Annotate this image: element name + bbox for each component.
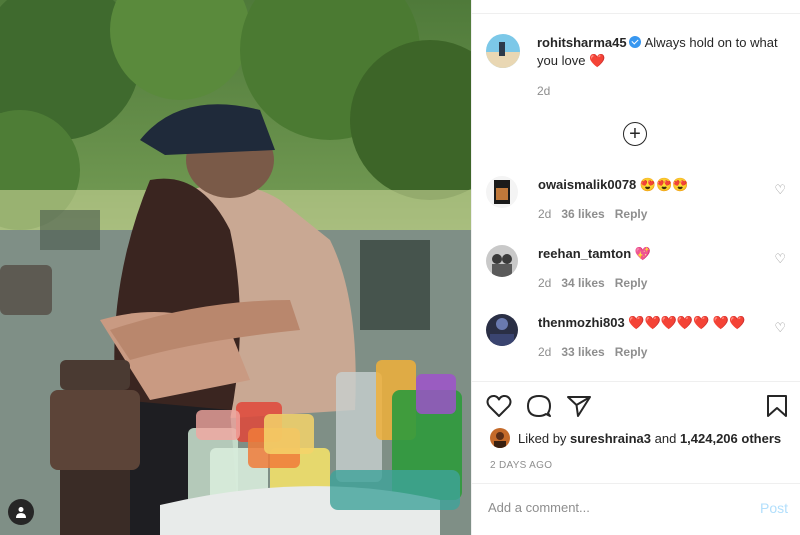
comment-time[interactable]: 2d xyxy=(538,276,551,290)
tagged-user-button[interactable] xyxy=(8,499,34,525)
comment-box-divider xyxy=(472,483,800,484)
reply-button[interactable]: Reply xyxy=(615,207,648,221)
avatar-image xyxy=(486,314,518,346)
caption-time[interactable]: 2d xyxy=(537,82,786,100)
like-heart-icon[interactable] xyxy=(486,394,512,418)
comment-likes[interactable]: 34 likes xyxy=(561,276,604,290)
add-comment-input[interactable]: Add a comment... xyxy=(488,500,590,515)
likes-count[interactable]: 1,424,206 others xyxy=(680,431,781,446)
liked-by-user[interactable]: sureshraina3 xyxy=(570,431,651,446)
comment-username[interactable]: owaismalik0078 xyxy=(538,177,636,192)
liked-by-prefix: Liked by xyxy=(518,430,567,446)
post-date[interactable]: 2 DAYS AGO xyxy=(490,460,552,471)
liked-by-avatar[interactable] xyxy=(490,428,510,448)
comment-avatar[interactable] xyxy=(486,245,518,277)
comment-item: owaismalik0078 😍😍😍 2d 36 likes Reply ♡ xyxy=(486,176,786,221)
reply-button[interactable]: Reply xyxy=(615,345,648,359)
comment-avatar[interactable] xyxy=(486,176,518,208)
like-comment-heart-icon[interactable]: ♡ xyxy=(774,320,786,336)
avatar-image xyxy=(490,428,510,448)
comment-item: reehan_tamton 💖 2d 34 likes Reply ♡ xyxy=(486,245,786,290)
comment-likes[interactable]: 33 likes xyxy=(561,345,604,359)
save-bookmark-icon[interactable] xyxy=(766,394,788,418)
liked-by: Liked by sureshraina3 and 1,424,206 othe… xyxy=(490,428,781,448)
photo-illustration xyxy=(0,0,471,535)
post-comment-button[interactable]: Post xyxy=(760,500,788,516)
comment-item: thenmozhi803 ❤️❤️❤️❤️❤️ ❤️❤️ 2d 33 likes R… xyxy=(486,314,786,359)
instagram-post: rohitsharma45 Always hold on to what you … xyxy=(0,0,800,535)
comment-time[interactable]: 2d xyxy=(538,345,551,359)
comment-likes[interactable]: 36 likes xyxy=(561,207,604,221)
post-photo[interactable] xyxy=(0,0,471,535)
comment-bubble-icon[interactable] xyxy=(526,394,552,418)
post-actions xyxy=(486,394,788,420)
share-send-icon[interactable] xyxy=(566,394,592,418)
person-icon xyxy=(16,507,26,518)
load-more-comments-button[interactable]: + xyxy=(623,122,647,146)
actions-divider xyxy=(472,381,800,382)
avatar-image xyxy=(486,176,518,208)
plus-circle-icon: + xyxy=(629,123,641,145)
liked-by-and: and xyxy=(654,430,677,446)
comment-time[interactable]: 2d xyxy=(538,207,551,221)
comment-text: 😍😍😍 xyxy=(639,177,689,192)
comment-text: ❤️❤️❤️❤️❤️ ❤️❤️ xyxy=(628,315,746,330)
author-username[interactable]: rohitsharma45 xyxy=(537,35,627,50)
like-comment-heart-icon[interactable]: ♡ xyxy=(774,182,786,198)
comment-avatar[interactable] xyxy=(486,314,518,346)
author-avatar[interactable] xyxy=(486,34,520,68)
comment-username[interactable]: thenmozhi803 xyxy=(538,315,625,330)
avatar-image xyxy=(486,245,518,277)
avatar-image xyxy=(486,34,520,68)
comment-username[interactable]: reehan_tamton xyxy=(538,246,631,261)
header-divider xyxy=(472,0,800,14)
caption-heart-emoji: ❤️ xyxy=(589,53,606,68)
post-caption: rohitsharma45 Always hold on to what you … xyxy=(472,14,800,100)
like-comment-heart-icon[interactable]: ♡ xyxy=(774,251,786,267)
post-sidebar: rohitsharma45 Always hold on to what you … xyxy=(471,0,800,535)
comment-text: 💖 xyxy=(634,246,652,261)
verified-badge-icon xyxy=(628,36,641,48)
reply-button[interactable]: Reply xyxy=(615,276,648,290)
